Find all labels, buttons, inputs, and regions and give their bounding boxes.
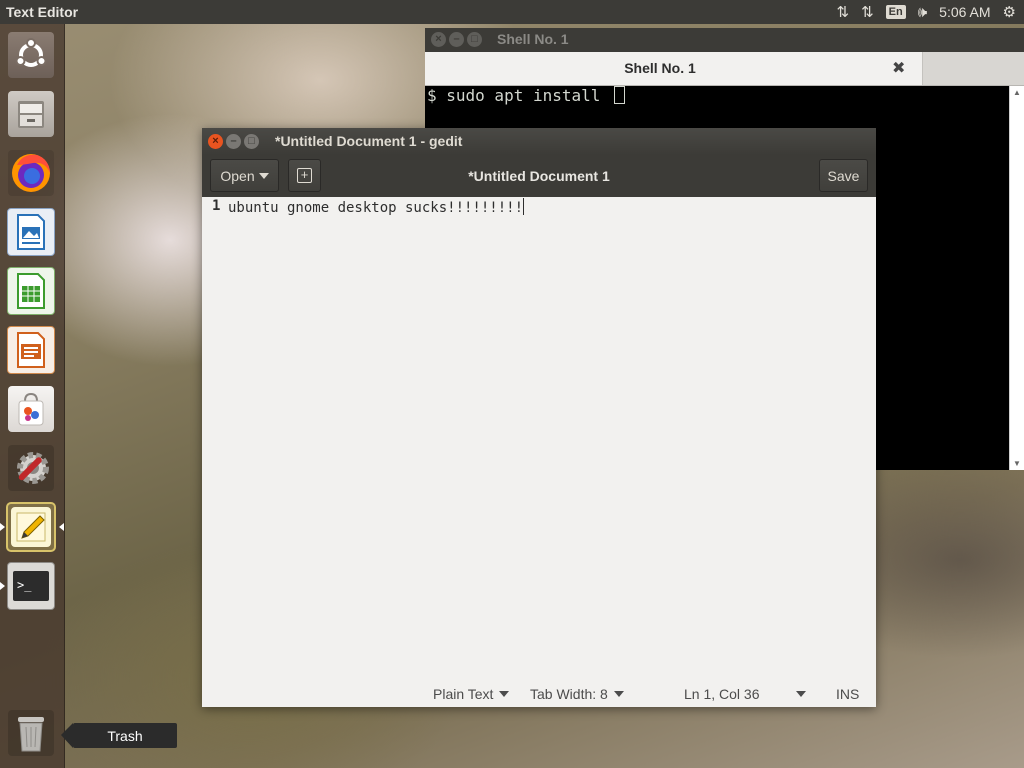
close-icon[interactable]: × — [208, 134, 223, 149]
editor-text: ubuntu gnome desktop sucks!!!!!!!!! — [228, 200, 524, 216]
gedit-headerbar: Open + *Untitled Document 1 Save — [202, 155, 876, 198]
terminal-prompt-line: $ sudo apt install — [427, 86, 626, 105]
language-selector[interactable]: Plain Text — [433, 686, 510, 702]
presentation-impress-icon — [7, 326, 55, 374]
launcher-terminal-button[interactable]: >_ — [6, 561, 56, 611]
settings-wrench-gear-icon — [8, 445, 54, 491]
gedit-window-title: *Untitled Document 1 - gedit — [275, 133, 463, 149]
active-app-title: Text Editor — [6, 4, 79, 20]
running-app-indicator — [0, 582, 5, 590]
minimize-icon[interactable]: – — [226, 134, 241, 149]
line-number: 1 — [212, 198, 221, 214]
gedit-window: × – □ *Untitled Document 1 - gedit Open … — [202, 128, 876, 707]
active-app-indicator — [0, 523, 5, 531]
launcher-software-button[interactable] — [6, 384, 56, 434]
trash-tooltip: Trash — [61, 723, 177, 748]
ubuntu-logo-icon — [8, 32, 54, 78]
terminal-command-text: $ sudo apt install — [427, 86, 611, 105]
clock[interactable]: 5:06 AM — [939, 4, 990, 20]
cursor-position-label: Ln 1, Col 36 — [684, 686, 760, 702]
insert-mode-label: INS — [836, 686, 860, 702]
tab-width-label: Tab Width: 8 — [530, 686, 608, 702]
language-label: Plain Text — [433, 686, 494, 702]
launcher-calc-button[interactable] — [6, 266, 56, 316]
launcher-text-editor-button[interactable] — [6, 502, 56, 552]
new-tab-button[interactable]: + — [288, 159, 321, 192]
gedit-titlebar[interactable]: × – □ *Untitled Document 1 - gedit — [202, 128, 876, 155]
insert-mode-indicator[interactable]: INS — [836, 686, 859, 702]
document-title: *Untitled Document 1 — [468, 168, 610, 184]
launcher-trash-button[interactable] — [6, 708, 56, 758]
terminal-tab[interactable]: Shell No. 1 ✖ — [425, 52, 923, 85]
volume-icon[interactable]: 🕪 — [918, 4, 927, 21]
firefox-icon — [8, 150, 54, 196]
open-button-label: Open — [220, 167, 255, 184]
gedit-window-controls: × – □ — [208, 134, 259, 149]
terminal-tab-label: Shell No. 1 — [624, 60, 696, 76]
chevron-down-icon — [499, 691, 510, 697]
text-editor-area[interactable]: 1 ubuntu gnome desktop sucks!!!!!!!!! — [202, 197, 876, 684]
network-wired-icon[interactable]: ⇅ — [861, 3, 874, 21]
save-button-label: Save — [827, 167, 860, 184]
indicator-area: ⇅ ⇅ En 🕪 5:06 AM ⚙ — [837, 3, 1024, 22]
chevron-down-icon — [258, 172, 269, 179]
pencil-icon — [11, 507, 51, 547]
launcher: >_ — [0, 24, 65, 768]
launcher-settings-button[interactable] — [6, 443, 56, 493]
shopping-bag-icon — [8, 386, 54, 432]
cursor-position-selector[interactable]: Ln 1, Col 36 — [684, 686, 806, 702]
focused-app-indicator — [59, 523, 64, 531]
network-icon[interactable]: ⇅ — [837, 3, 850, 21]
launcher-writer-button[interactable] — [6, 207, 56, 257]
terminal-icon: >_ — [7, 562, 55, 610]
open-button[interactable]: Open — [210, 159, 279, 192]
file-cabinet-icon — [8, 91, 54, 137]
terminal-window-title: Shell No. 1 — [497, 31, 569, 47]
minimize-icon[interactable]: – — [449, 32, 464, 47]
spreadsheet-calc-icon — [7, 267, 55, 315]
maximize-icon[interactable]: □ — [244, 134, 259, 149]
keyboard-layout-indicator[interactable]: En — [885, 5, 906, 19]
chevron-down-icon — [795, 691, 806, 697]
scroll-up-arrow-icon[interactable]: ▲ — [1013, 88, 1021, 97]
new-document-icon: + — [297, 168, 312, 183]
launcher-firefox-button[interactable] — [6, 148, 56, 198]
chevron-down-icon — [613, 691, 624, 697]
terminal-tab-bar: Shell No. 1 ✖ — [425, 52, 1024, 86]
launcher-impress-button[interactable] — [6, 325, 56, 375]
gear-icon[interactable]: ⚙ — [1003, 3, 1016, 21]
terminal-cursor — [614, 86, 626, 104]
close-icon[interactable]: × — [431, 32, 446, 47]
terminal-window-controls: × – □ — [431, 32, 482, 47]
maximize-icon[interactable]: □ — [467, 32, 482, 47]
launcher-files-button[interactable] — [6, 89, 56, 139]
tab-close-icon[interactable]: ✖ — [892, 58, 905, 78]
editor-line: ubuntu gnome desktop sucks!!!!!!!!! — [228, 198, 525, 216]
tab-width-selector[interactable]: Tab Width: 8 — [530, 686, 624, 702]
svg-text:>_: >_ — [17, 578, 32, 592]
launcher-dash-button[interactable] — [6, 30, 56, 80]
document-writer-icon — [7, 208, 55, 256]
save-button[interactable]: Save — [819, 159, 868, 192]
text-caret — [523, 198, 525, 215]
gedit-statusbar: Plain Text Tab Width: 8 Ln 1, Col 36 INS — [202, 684, 876, 707]
terminal-titlebar[interactable]: × – □ Shell No. 1 — [425, 28, 1024, 52]
scroll-down-arrow-icon[interactable]: ▼ — [1013, 459, 1021, 468]
top-panel: Text Editor ⇅ ⇅ En 🕪 5:06 AM ⚙ — [0, 0, 1024, 24]
trash-icon — [8, 710, 54, 756]
terminal-scrollbar[interactable]: ▲ ▼ — [1009, 86, 1024, 470]
